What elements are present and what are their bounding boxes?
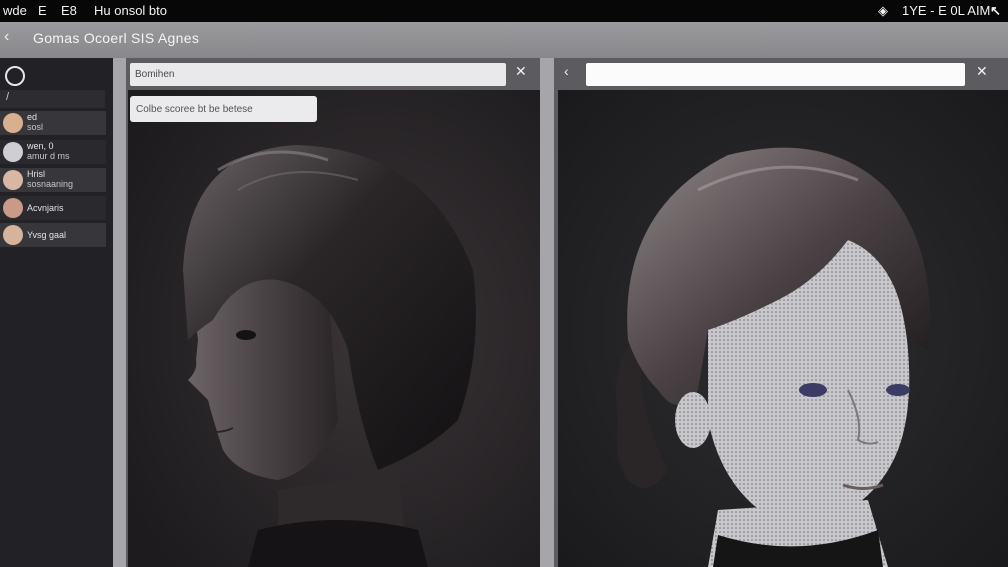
sidebar-item[interactable]: Yvsg gaal (0, 223, 106, 247)
item-subtitle: sosl (27, 122, 44, 132)
divider (540, 58, 554, 567)
chevron-left-icon[interactable]: ‹ (564, 63, 569, 79)
avatar (3, 198, 23, 218)
sidebar-item[interactable]: wen, 0 amur d ms (0, 140, 106, 164)
sidebar-item[interactable]: ed sosl (0, 111, 106, 135)
portrait-wireframe-image (558, 90, 1008, 567)
close-icon[interactable]: ✕ (515, 63, 527, 80)
status-item: E (38, 3, 47, 18)
avatar (3, 170, 23, 190)
sidebar-item[interactable]: Hrisl sosnaaning (0, 168, 106, 192)
item-subtitle: sosnaaning (27, 179, 74, 189)
divider (113, 58, 126, 567)
status-clock: 1YE - E 0L AIM (902, 3, 991, 18)
close-icon[interactable]: ✕ (976, 63, 988, 80)
image-canvas (128, 90, 540, 567)
window-title: Gomas Ocoerl SIS Agnes (33, 30, 200, 46)
image-canvas (558, 90, 1008, 567)
item-title: Acvnjaris (27, 203, 64, 213)
chevron-left-icon[interactable]: ‹ (4, 28, 9, 46)
item-title: wen, 0 (27, 141, 54, 151)
sidebar: / ed sosl wen, 0 amur d ms Hrisl sosnaan… (0, 58, 113, 567)
item-subtitle: amur d ms (27, 151, 70, 161)
avatar (3, 142, 23, 162)
left-panel: Bomihen ✕ Colbe scoree bt be betese (126, 58, 540, 567)
right-panel: ‹ ✕ (554, 58, 1008, 567)
search-input[interactable]: Bomihen (130, 63, 506, 86)
diamond-icon: ◈ (878, 3, 888, 18)
sidebar-header: / (0, 90, 105, 108)
status-item: E8 (61, 3, 77, 18)
status-bar: wde E E8 Hu onsol bto ◈ 1YE - E 0L AIM ↖ (0, 0, 1008, 22)
circle-icon[interactable] (5, 66, 25, 86)
sidebar-item[interactable]: Acvnjaris (0, 196, 106, 220)
cursor-arrow-icon: ↖ (990, 3, 1001, 18)
item-title: ed (27, 112, 38, 122)
text-input[interactable] (586, 63, 965, 86)
portrait-profile-image (128, 90, 540, 567)
title-bar: ‹ Gomas Ocoerl SIS Agnes (0, 22, 1008, 58)
avatar (3, 225, 23, 245)
tooltip: Colbe scoree bt be betese (130, 96, 317, 122)
status-item: wde (3, 3, 27, 18)
item-title: Hrisl (27, 169, 45, 179)
item-title: Yvsg gaal (27, 230, 67, 240)
status-item: Hu onsol bto (94, 3, 167, 18)
avatar (3, 113, 23, 133)
